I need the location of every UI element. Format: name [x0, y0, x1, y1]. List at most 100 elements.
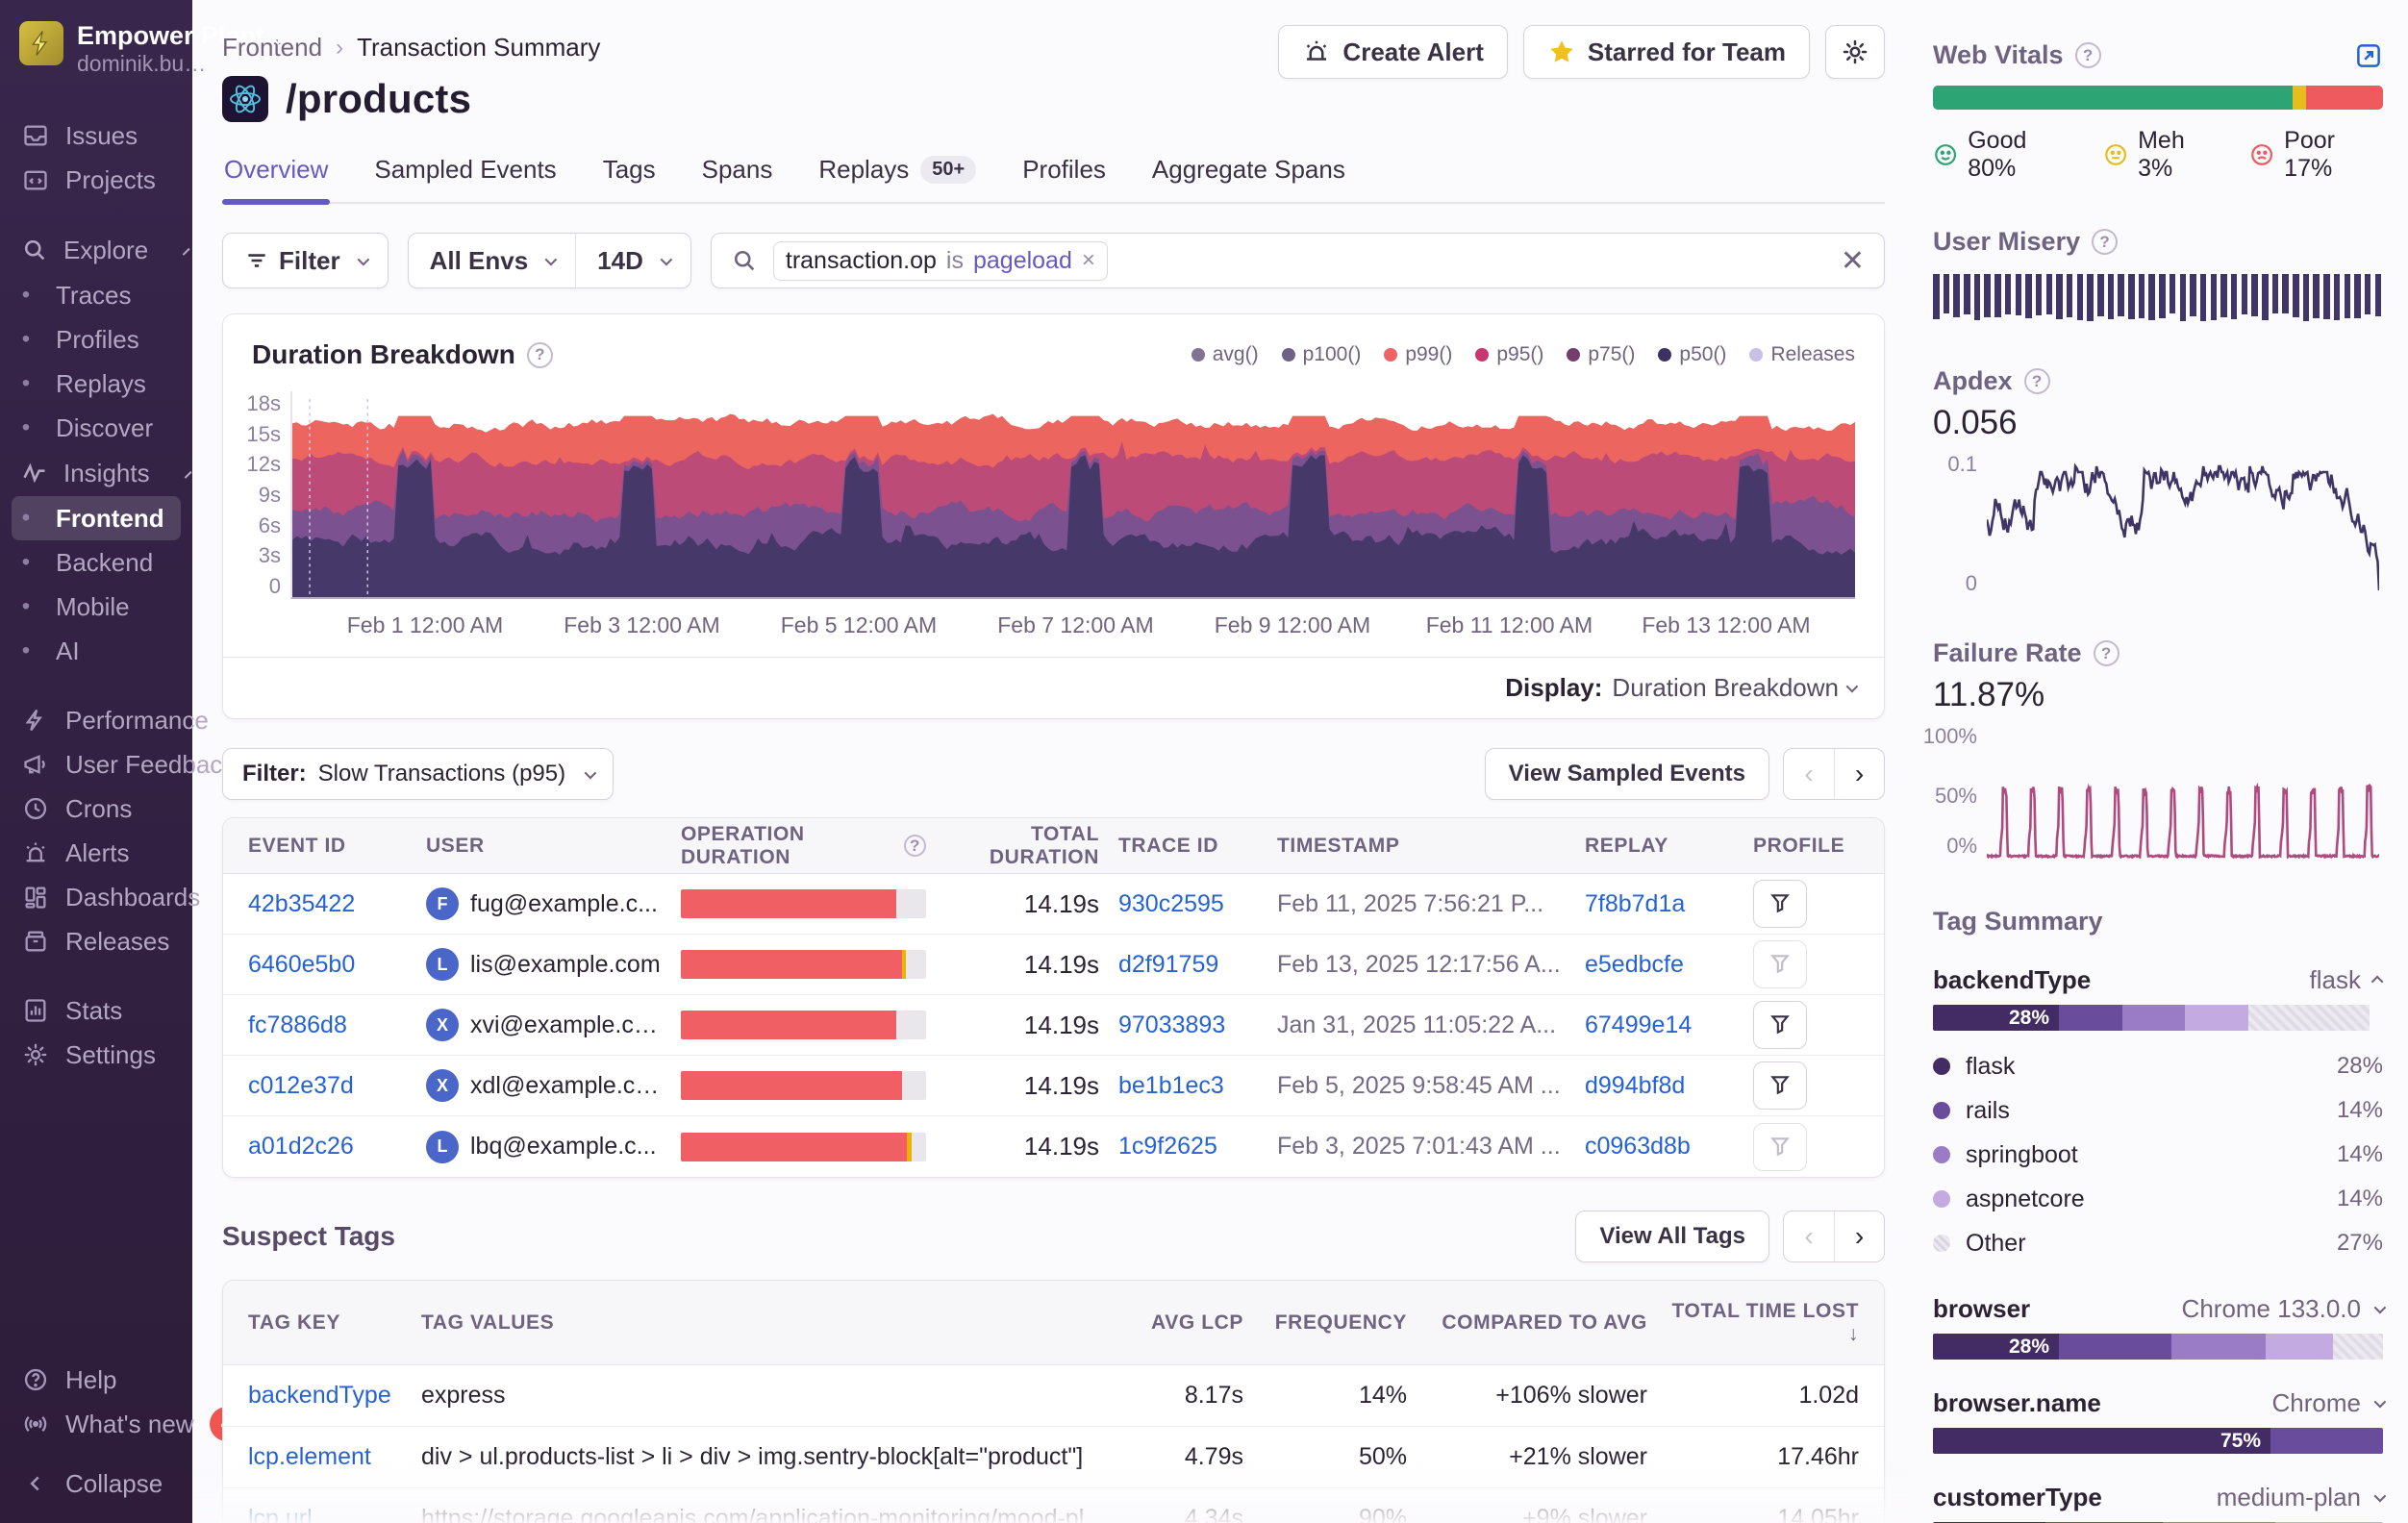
legend-item[interactable]: avg(): [1191, 343, 1259, 366]
trace-id-link[interactable]: 1c9f2625: [1118, 1133, 1258, 1161]
sidebar-item-releases[interactable]: Releases: [12, 919, 181, 963]
legend-item[interactable]: p99(): [1384, 343, 1452, 366]
profile-button[interactable]: [1753, 1001, 1807, 1049]
event-id-link[interactable]: fc7886d8: [248, 1011, 407, 1039]
sidebar-group-explore[interactable]: Explore: [12, 227, 181, 273]
tab-overview[interactable]: Overview: [222, 155, 330, 202]
trace-id-link[interactable]: 930c2595: [1118, 890, 1258, 918]
tab-spans[interactable]: Spans: [700, 155, 775, 202]
user-misery-chart[interactable]: [1933, 274, 2383, 322]
sidebar-item-traces[interactable]: •Traces: [12, 273, 181, 317]
date-range-dropdown[interactable]: 14D: [575, 234, 690, 287]
starred-for-team-button[interactable]: Starred for Team: [1523, 25, 1810, 79]
tab-profiles[interactable]: Profiles: [1020, 155, 1108, 202]
tag-value-dropdown[interactable]: Chrome: [2272, 1388, 2383, 1418]
display-dropdown[interactable]: Duration Breakdown: [1612, 673, 1855, 703]
tag-legend-item[interactable]: Other27%: [1933, 1221, 2383, 1265]
tab-replays[interactable]: Replays50+: [816, 155, 978, 202]
sidebar-item-settings[interactable]: Settings: [12, 1033, 181, 1077]
profile-button[interactable]: [1753, 1123, 1807, 1171]
tag-distribution-bar[interactable]: 28%: [1933, 1005, 2383, 1031]
org-switcher[interactable]: Empower Plant dominik.buszowiec...: [12, 17, 181, 81]
replay-link[interactable]: e5edbcfe: [1585, 951, 1734, 979]
view-all-tags-button[interactable]: View All Tags: [1575, 1211, 1769, 1262]
tag-bar-segment[interactable]: [2059, 1005, 2122, 1031]
pager-next-button[interactable]: ›: [1834, 749, 1884, 799]
sidebar-item-crons[interactable]: Crons: [12, 786, 181, 831]
pager-next-button[interactable]: ›: [1834, 1211, 1884, 1261]
tab-tags[interactable]: Tags: [601, 155, 658, 202]
tag-value-dropdown[interactable]: Chrome 133.0.0: [2182, 1294, 2383, 1324]
help-icon[interactable]: ?: [527, 342, 553, 368]
legend-item[interactable]: p75(): [1567, 343, 1635, 366]
replay-link[interactable]: d994bf8d: [1585, 1072, 1734, 1100]
search-input[interactable]: transaction.op is pageload × ✕: [711, 233, 1885, 288]
event-id-link[interactable]: c012e37d: [248, 1072, 407, 1100]
legend-item[interactable]: p95(): [1475, 343, 1543, 366]
trace-id-link[interactable]: 97033893: [1118, 1011, 1258, 1039]
create-alert-button[interactable]: Create Alert: [1278, 25, 1507, 79]
profile-button[interactable]: [1753, 940, 1807, 988]
replay-link[interactable]: c0963d8b: [1585, 1133, 1734, 1161]
sidebar-item-frontend[interactable]: •Frontend: [12, 496, 181, 540]
tab-aggregate-spans[interactable]: Aggregate Spans: [1150, 155, 1347, 202]
help-icon[interactable]: ?: [904, 835, 926, 857]
help-icon[interactable]: ?: [2094, 640, 2120, 666]
tag-distribution-bar[interactable]: 28%: [1933, 1334, 2383, 1360]
sidebar-item-discover[interactable]: •Discover: [12, 406, 181, 450]
sidebar-item-help[interactable]: Help: [12, 1358, 181, 1402]
token-remove-icon[interactable]: ×: [1082, 247, 1095, 274]
tag-value-dropdown[interactable]: flask: [2310, 965, 2383, 995]
transactions-filter-dropdown[interactable]: Filter: Slow Transactions (p95): [222, 748, 614, 800]
tag-legend-item[interactable]: springboot14%: [1933, 1133, 2383, 1177]
legend-item[interactable]: p100(): [1282, 343, 1362, 366]
sidebar-group-insights[interactable]: Insights: [12, 450, 181, 496]
tag-key-link[interactable]: lcp.element: [248, 1443, 402, 1471]
tag-bar-segment[interactable]: [2171, 1334, 2266, 1360]
sidebar-item-mobile[interactable]: •Mobile: [12, 585, 181, 629]
filter-dropdown[interactable]: Filter: [222, 233, 389, 288]
view-sampled-events-button[interactable]: View Sampled Events: [1485, 748, 1769, 800]
event-id-link[interactable]: a01d2c26: [248, 1133, 407, 1161]
sidebar-item-whats-new[interactable]: What's new 4: [12, 1402, 181, 1446]
pager-prev-button[interactable]: ‹: [1784, 749, 1834, 799]
legend-item[interactable]: p50(): [1658, 343, 1726, 366]
trace-id-link[interactable]: d2f91759: [1118, 951, 1258, 979]
trace-id-link[interactable]: be1b1ec3: [1118, 1072, 1258, 1100]
tag-legend-item[interactable]: aspnetcore14%: [1933, 1177, 2383, 1221]
tag-bar-segment[interactable]: [2059, 1334, 2171, 1360]
col-total-time-lost[interactable]: TOTAL TIME LOST ↓: [1667, 1300, 1859, 1346]
sidebar-item-issues[interactable]: Issues: [12, 113, 181, 158]
search-clear-icon[interactable]: ✕: [1841, 244, 1865, 278]
tab-sampled-events[interactable]: Sampled Events: [372, 155, 558, 202]
sidebar-item-profiles[interactable]: •Profiles: [12, 317, 181, 362]
replay-link[interactable]: 7f8b7d1a: [1585, 890, 1734, 918]
help-icon[interactable]: ?: [2092, 229, 2118, 255]
open-in-new-icon[interactable]: [2354, 41, 2383, 70]
pager-prev-button[interactable]: ‹: [1784, 1211, 1834, 1261]
help-icon[interactable]: ?: [2024, 368, 2050, 394]
sidebar-item-stats[interactable]: Stats: [12, 988, 181, 1033]
tag-bar-segment[interactable]: [2333, 1334, 2382, 1360]
legend-item[interactable]: Releases: [1749, 343, 1855, 366]
profile-button[interactable]: [1753, 880, 1807, 928]
event-id-link[interactable]: 42b35422: [248, 890, 407, 918]
settings-button[interactable]: [1825, 25, 1885, 79]
tag-legend-item[interactable]: flask28%: [1933, 1044, 2383, 1088]
tag-distribution-bar[interactable]: 75%: [1933, 1428, 2383, 1454]
sidebar-item-replays[interactable]: •Replays: [12, 362, 181, 406]
tag-bar-segment[interactable]: [2266, 1334, 2333, 1360]
tag-legend-item[interactable]: rails14%: [1933, 1088, 2383, 1133]
tag-key-link[interactable]: backendType: [248, 1382, 402, 1410]
tag-bar-segment[interactable]: 28%: [1933, 1005, 2059, 1031]
tag-bar-segment[interactable]: [2270, 1428, 2383, 1454]
sidebar-item-projects[interactable]: Projects: [12, 158, 181, 202]
env-dropdown[interactable]: All Envs: [409, 234, 576, 287]
tag-value-dropdown[interactable]: medium-plan: [2217, 1483, 2383, 1512]
sidebar-item-user-feedback[interactable]: User Feedback: [12, 742, 181, 786]
sidebar-item-dashboards[interactable]: Dashboards: [12, 875, 181, 919]
tag-key-link[interactable]: lcp.url: [248, 1505, 402, 1523]
sidebar-item-performance[interactable]: Performance: [12, 698, 181, 742]
event-id-link[interactable]: 6460e5b0: [248, 951, 407, 979]
help-icon[interactable]: ?: [2075, 42, 2101, 68]
